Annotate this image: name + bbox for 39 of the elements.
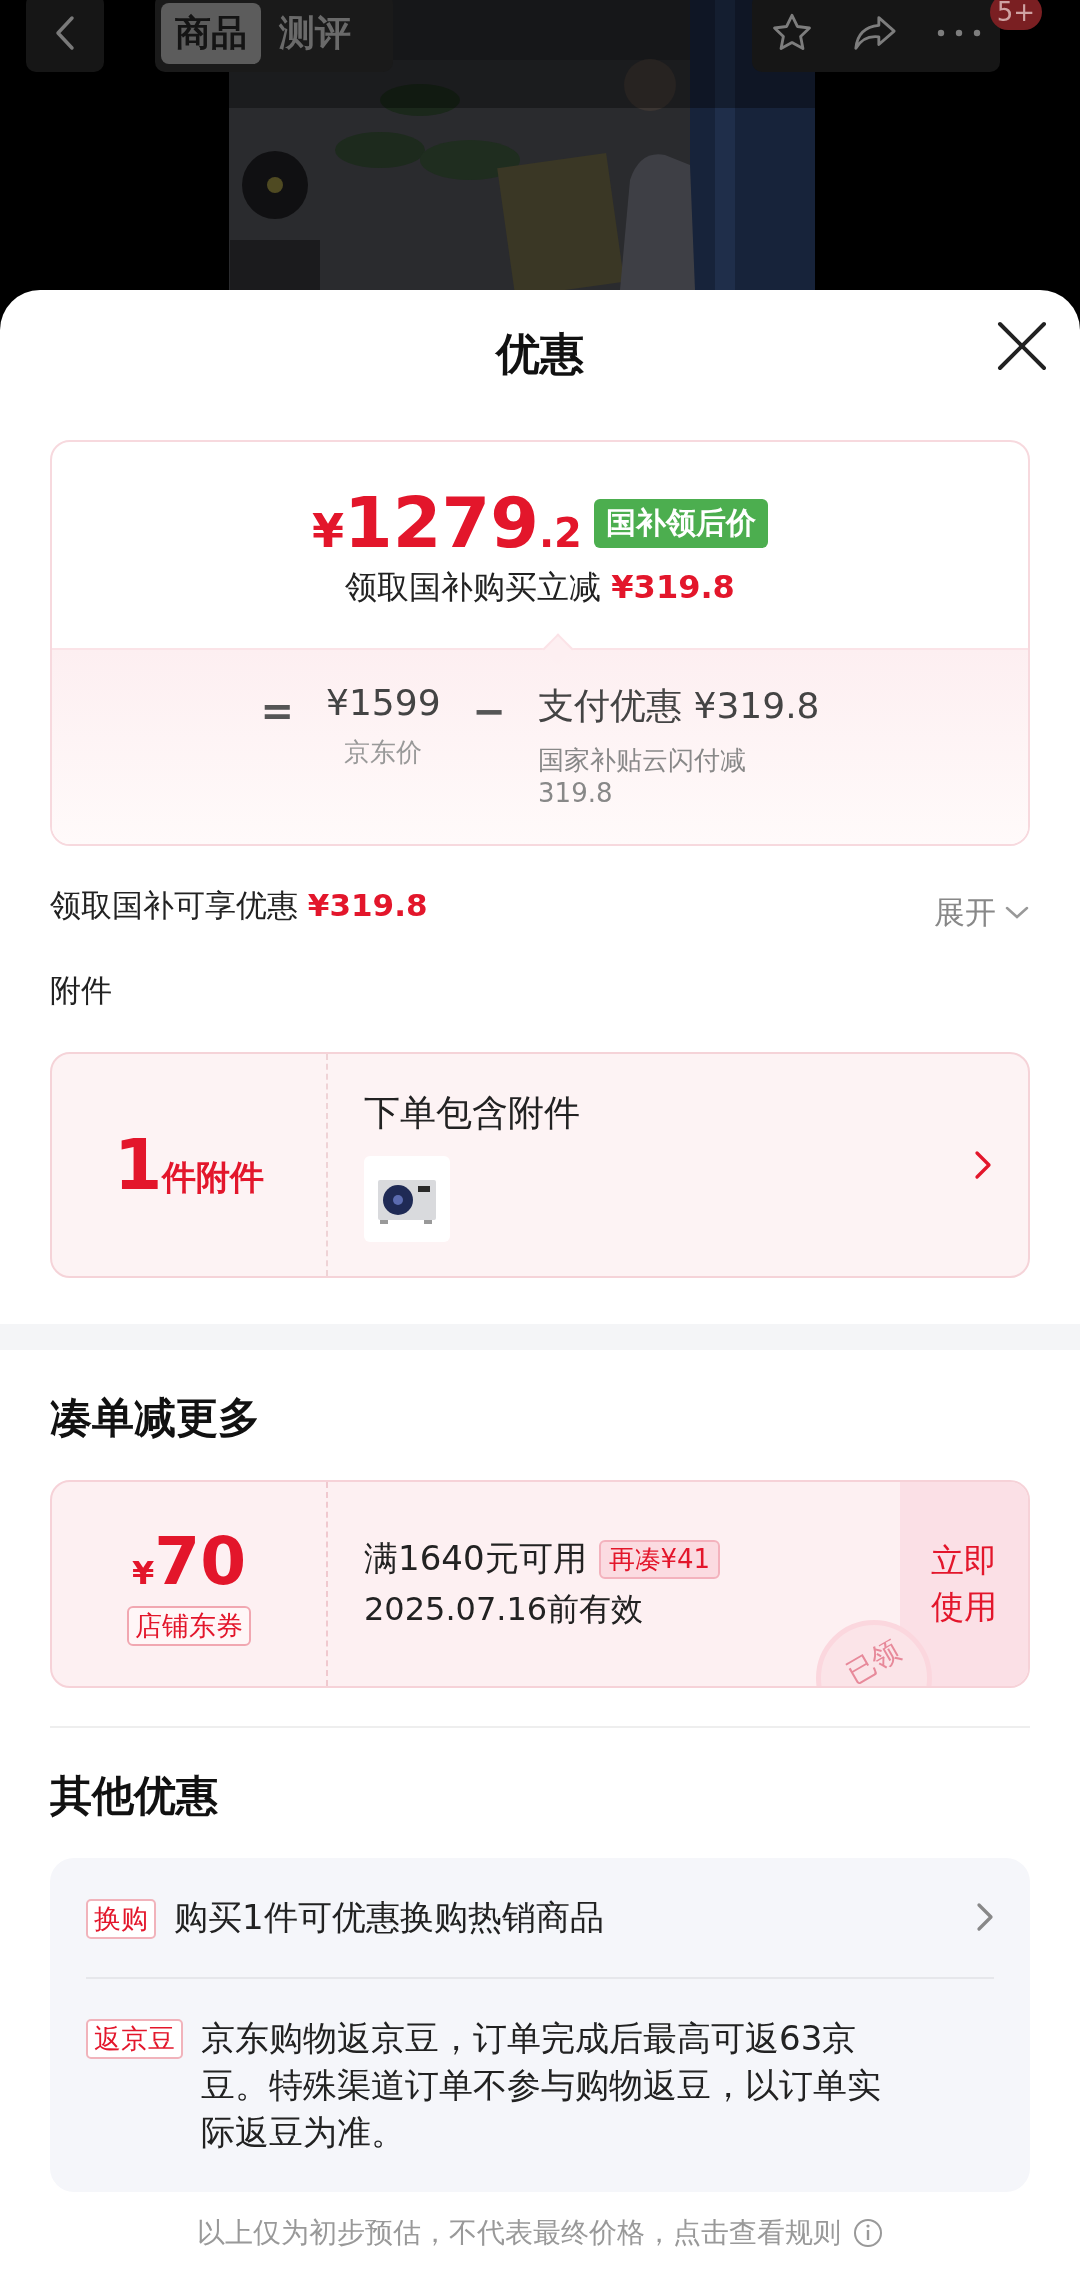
- tab[interactable]: 商品: [161, 2, 261, 64]
- equals-sign: =: [260, 687, 294, 734]
- savings-text: 领取国补可享优惠 ¥319.8: [50, 886, 428, 925]
- offer-tag: 返京豆: [86, 2018, 183, 2059]
- offer-text: 购买1件可优惠换购热销商品: [174, 1896, 605, 1939]
- section-title: 其他优惠: [50, 1770, 219, 1822]
- expand-toggle[interactable]: 展开: [934, 892, 1030, 934]
- disclaimer-text: 以上仅为初步预估，不代表最终价格，点击查看规则: [197, 2214, 841, 2251]
- sheet-title: 优惠: [496, 326, 584, 381]
- price-tag: 国补领后价: [593, 498, 768, 548]
- discount-note: 国家补贴云闪付减319.8: [538, 744, 748, 808]
- offer-tag: 换购: [86, 1899, 156, 1940]
- original-price: ¥1599: [326, 682, 441, 723]
- coupon-validity: 2025.07.16前有效: [364, 1589, 645, 1630]
- chevron-down-icon: [1004, 905, 1030, 921]
- info-icon[interactable]: [853, 2217, 883, 2248]
- minus-sign: −: [472, 687, 507, 734]
- subsidy-text: 领取国补购买立减 ¥319.8: [345, 567, 735, 608]
- chevron-right-icon: [976, 1902, 994, 1933]
- coupon-condition: 满1640元可用: [364, 1537, 587, 1580]
- notification-badge: 5+: [990, 0, 1042, 30]
- offer-text: 京东购物返京豆，订单完成后最高可返63京豆。特殊渠道订单不参与购物返豆，以订单实际返豆为准。: [201, 2016, 882, 2154]
- section-title: 凑单减更多: [50, 1392, 261, 1444]
- chevron-right-icon: [974, 1150, 992, 1180]
- coupon-type: 店铺东券: [127, 1605, 251, 1646]
- tab[interactable]: 测评: [265, 2, 365, 64]
- close-icon[interactable]: [996, 320, 1048, 372]
- coupon-amount: ¥70: [131, 1522, 247, 1600]
- accessory-card[interactable]: 1件附件 下单包含附件: [50, 1052, 1030, 1278]
- accessory-count: 1件附件: [113, 1124, 265, 1206]
- final-price: ¥1279.2: [312, 482, 582, 564]
- shortfall-tag: 再凑¥41: [598, 1539, 721, 1579]
- section-label: 附件: [50, 971, 113, 1010]
- back-button[interactable]: [26, 0, 104, 72]
- back-icon: [54, 14, 76, 52]
- discount-text: 支付优惠 ¥319.8: [538, 684, 820, 728]
- accessory-title: 下单包含附件: [364, 1090, 580, 1135]
- price-label: 京东价: [344, 736, 423, 769]
- claimed-stamp: 已领: [816, 1620, 932, 1686]
